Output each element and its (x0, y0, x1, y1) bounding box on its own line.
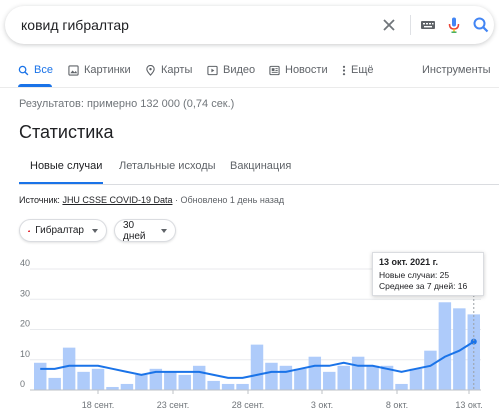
source-link[interactable]: JHU CSSE COVID-19 Data (62, 195, 172, 205)
tab-label: Все (34, 64, 53, 76)
chart-bar (265, 362, 278, 390)
x-tick-label: 28 сент. (232, 400, 265, 410)
chart-bar (453, 308, 466, 390)
chart-bar (323, 371, 336, 390)
chart-bar (91, 368, 105, 390)
x-tick-label: 23 сент. (157, 400, 190, 410)
search-box[interactable]: ковид гибралтар (5, 6, 494, 44)
chart-bar (236, 383, 249, 390)
chart-bar (424, 350, 437, 390)
chart-bar (178, 374, 191, 390)
chart-bar (351, 356, 365, 390)
keyboard-icon[interactable] (418, 15, 438, 35)
chart-bar (207, 380, 220, 390)
image-icon (68, 64, 79, 76)
clear-icon[interactable] (379, 15, 399, 35)
tools-label: Инструменты (422, 64, 491, 76)
tab-label: Новости (285, 64, 328, 76)
tab-deaths[interactable]: Летальные исходы (119, 160, 216, 172)
tab-images[interactable]: Картинки (68, 64, 131, 76)
y-tick-label: 0 (20, 379, 25, 389)
chart-bar (192, 365, 206, 390)
y-tick-label: 10 (20, 349, 30, 359)
chart-bar (279, 365, 293, 390)
chart-bar (438, 302, 452, 390)
more-icon (342, 65, 346, 75)
tab-news[interactable]: Новости (269, 64, 328, 76)
search-tabs: Все Картинки Карты Видео Новости Ещё Инс… (0, 58, 499, 88)
source-updated: · Обновлено 1 день назад (174, 195, 285, 205)
chart-bar (62, 347, 76, 390)
region-label: Гибралтар (35, 225, 84, 236)
source-prefix: Источник: (19, 195, 60, 205)
region-selector[interactable]: Гибралтар (19, 219, 107, 242)
data-source: Источник: JHU CSSE COVID-19 Data · Обнов… (19, 195, 284, 205)
period-selector[interactable]: 30 дней (114, 219, 176, 242)
chart-bar (120, 383, 134, 390)
search-icon[interactable] (471, 15, 491, 35)
chevron-down-icon (161, 228, 167, 233)
tooltip-date: 13 окт. 2021 г. (379, 257, 439, 267)
chart-bar (366, 365, 379, 390)
video-icon (207, 65, 218, 75)
tab-label: Карты (161, 64, 193, 76)
x-tick-label: 18 сент. (82, 400, 115, 410)
news-icon (269, 65, 280, 75)
gibraltar-flag-icon (28, 229, 31, 232)
tools-button[interactable]: Инструменты (422, 64, 491, 76)
microphone-icon[interactable] (444, 15, 464, 35)
search-input[interactable]: ковид гибралтар (21, 17, 129, 33)
tab-label: Ещё (351, 64, 374, 76)
chart-bar (294, 368, 307, 390)
chart-bar (221, 383, 235, 390)
chart-bar (164, 371, 177, 390)
chart-bar (337, 365, 350, 390)
chart-bar (308, 356, 322, 390)
chart-bar (48, 377, 61, 390)
chart-bar (77, 371, 90, 390)
chart-bar (250, 344, 264, 390)
stats-title: Статистика (19, 122, 114, 142)
chart-bar (135, 374, 148, 390)
y-tick-label: 40 (20, 258, 30, 268)
x-tick-label: 13 окт. (455, 400, 482, 410)
x-tick-label: 3 окт. (311, 400, 333, 410)
chart-bar (34, 362, 47, 390)
chevron-down-icon (92, 228, 98, 233)
period-label: 30 дней (123, 219, 146, 242)
tab-all[interactable]: Все (18, 64, 53, 76)
tab-maps[interactable]: Карты (145, 64, 192, 76)
tab-new-cases[interactable]: Новые случаи (30, 160, 102, 172)
x-tick-label: 8 окт. (386, 400, 408, 410)
tab-video[interactable]: Видео (207, 64, 255, 76)
tab-more[interactable]: Ещё (342, 64, 374, 76)
map-pin-icon (146, 64, 155, 76)
tab-label: Видео (223, 64, 256, 76)
stats-tabs-divider (19, 184, 499, 185)
tooltip-avg7: Среднее за 7 дней: 16 (379, 281, 468, 291)
search-divider (410, 15, 411, 35)
tab-vaccination[interactable]: Вакцинация (230, 160, 291, 172)
tabs-divider (0, 87, 499, 88)
chart-bar (395, 383, 408, 390)
y-tick-label: 30 (20, 288, 30, 298)
result-stats: Результатов: примерно 132 000 (0,74 сек.… (19, 98, 235, 110)
search-icon (18, 65, 29, 75)
chart-tooltip: 13 окт. 2021 г. Новые случаи: 25 Среднее… (372, 252, 484, 296)
y-tick-label: 20 (20, 319, 30, 329)
tab-label: Картинки (84, 64, 131, 76)
tooltip-new-cases: Новые случаи: 25 (379, 270, 450, 280)
chart-bar (409, 368, 423, 390)
